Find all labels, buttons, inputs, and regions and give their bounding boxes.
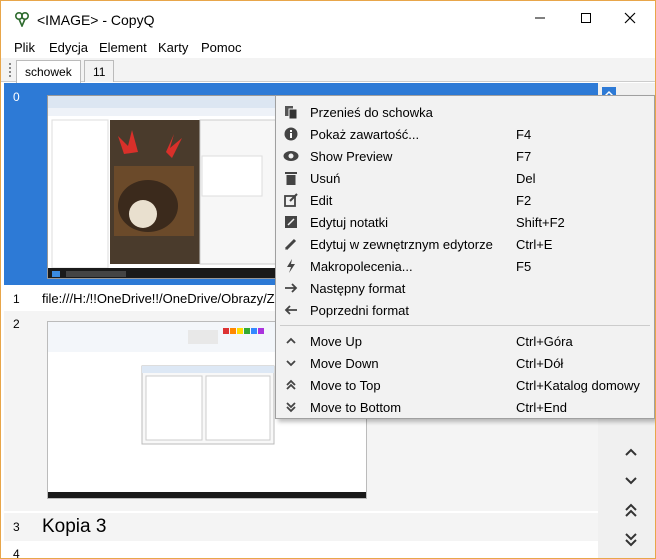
menu-item-move-to-bottom[interactable]: Move to Bottom Ctrl+End: [276, 396, 654, 418]
chevron-down-icon: [625, 477, 637, 485]
menu-item-edit-external[interactable]: Edytuj w zewnętrznym edytorze Ctrl+E: [276, 233, 654, 255]
menu-plik[interactable]: Plik: [14, 40, 35, 55]
menu-item-shortcut: Del: [516, 171, 536, 186]
menu-item-copy-to-clipboard[interactable]: Przenieś do schowka: [276, 101, 654, 123]
move-up-button[interactable]: [617, 438, 645, 466]
menu-item-show-preview[interactable]: Show Preview F7: [276, 145, 654, 167]
move-to-bottom-button[interactable]: [617, 526, 645, 554]
menu-item-shortcut: Shift+F2: [516, 215, 565, 230]
menu-item-label: Następny format: [310, 281, 406, 296]
menu-item-label: Show Preview: [310, 149, 393, 164]
copyq-window: <IMAGE> - CopyQ Plik Edycja Element Kart…: [0, 0, 656, 559]
menu-item-label: Move Down: [310, 356, 379, 371]
tab-schowek[interactable]: schowek: [16, 60, 81, 83]
menu-item-label: Poprzedni format: [310, 303, 409, 318]
menu-item-shortcut: F2: [516, 193, 532, 208]
menu-item-commands[interactable]: Makropolecenia... F5: [276, 255, 654, 277]
menu-item-shortcut: Ctrl+Dół: [516, 356, 564, 371]
item-index: 0: [13, 90, 20, 104]
menu-item-shortcut: F7: [516, 149, 532, 164]
menu-item-label: Edit: [310, 193, 333, 208]
menu-item-move-to-top[interactable]: Move to Top Ctrl+Katalog domowy: [276, 374, 654, 396]
tab-11[interactable]: 11: [84, 60, 115, 82]
list-item[interactable]: 4: [4, 543, 598, 559]
menu-item-shortcut: F5: [516, 259, 532, 274]
chevron-down-icon: [283, 355, 299, 371]
minimize-button[interactable]: [517, 1, 563, 35]
arrow-left-icon: [283, 302, 299, 318]
menu-item-label: Pokaż zawartość...: [310, 127, 420, 142]
menu-item-label: Makropolecenia...: [310, 259, 413, 274]
double-chevron-down-icon: [283, 399, 299, 415]
menu-item-label: Edytuj w zewnętrznym edytorze: [310, 237, 493, 252]
tab-bar: schowek 11: [1, 58, 655, 83]
bolt-icon: [283, 258, 299, 274]
menu-element[interactable]: Element: [99, 40, 147, 55]
close-button[interactable]: [607, 1, 653, 35]
info-icon: [283, 126, 299, 142]
item-text: Kopia 3: [42, 516, 107, 537]
item-index: 1: [13, 292, 20, 306]
menu-item-shortcut: Ctrl+Katalog domowy: [516, 378, 640, 393]
menu-item-shortcut: Ctrl+E: [516, 237, 553, 252]
minimize-icon: [535, 17, 545, 19]
menu-item-label: Edytuj notatki: [310, 215, 389, 230]
copyq-app-icon: [14, 11, 30, 27]
menu-item-label: Move to Bottom: [310, 400, 402, 415]
menu-item-label: Move to Top: [310, 378, 381, 393]
chevron-up-icon: [283, 333, 299, 349]
trash-icon: [283, 170, 299, 186]
move-down-button[interactable]: [617, 467, 645, 495]
move-to-top-button[interactable]: [617, 496, 645, 524]
window-title: <IMAGE> - CopyQ: [37, 12, 155, 28]
menu-item-label: Usuń: [310, 171, 341, 186]
title-bar[interactable]: <IMAGE> - CopyQ: [1, 1, 655, 35]
menu-item-shortcut: Ctrl+End: [516, 400, 567, 415]
menu-item-next-format[interactable]: Następny format: [276, 277, 654, 299]
menu-item-delete[interactable]: Usuń Del: [276, 167, 654, 189]
menu-item-previous-format[interactable]: Poprzedni format: [276, 299, 654, 321]
item-index: 3: [13, 520, 20, 534]
maximize-icon: [581, 13, 591, 23]
menu-item-label: Move Up: [310, 334, 363, 349]
eye-icon: [283, 148, 299, 164]
menu-item-shortcut: F4: [516, 127, 532, 142]
menu-item-move-up[interactable]: Move Up Ctrl+Góra: [276, 330, 654, 352]
close-icon: [624, 12, 636, 24]
list-item[interactable]: 3 Kopia 3: [4, 513, 598, 541]
menu-item-move-down[interactable]: Move Down Ctrl+Dół: [276, 352, 654, 374]
chevron-up-icon: [625, 448, 637, 456]
item-index: 2: [13, 317, 20, 331]
edit-icon: [283, 192, 299, 208]
menu-separator: [280, 325, 650, 326]
toolbar-grip[interactable]: [9, 63, 11, 77]
menu-item-show-content[interactable]: Pokaż zawartość... F4: [276, 123, 654, 145]
double-chevron-down-icon: [625, 533, 637, 547]
context-menu: Przenieś do schowka Pokaż zawartość... F…: [275, 95, 655, 419]
double-chevron-up-icon: [625, 503, 637, 517]
item-index: 4: [13, 547, 20, 559]
note-icon: [283, 214, 299, 230]
double-chevron-up-icon: [283, 377, 299, 393]
menu-item-edit[interactable]: Edit F2: [276, 189, 654, 211]
menu-edycja[interactable]: Edycja: [49, 40, 88, 55]
paste-icon: [283, 104, 299, 120]
arrow-right-icon: [283, 280, 299, 296]
pencil-icon: [283, 236, 299, 252]
menu-karty[interactable]: Karty: [158, 40, 188, 55]
menu-pomoc[interactable]: Pomoc: [201, 40, 241, 55]
menu-bar: Plik Edycja Element Karty Pomoc: [1, 36, 655, 58]
maximize-button[interactable]: [563, 1, 609, 35]
menu-item-label: Przenieś do schowka: [310, 105, 433, 120]
menu-item-edit-notes[interactable]: Edytuj notatki Shift+F2: [276, 211, 654, 233]
menu-item-shortcut: Ctrl+Góra: [516, 334, 573, 349]
